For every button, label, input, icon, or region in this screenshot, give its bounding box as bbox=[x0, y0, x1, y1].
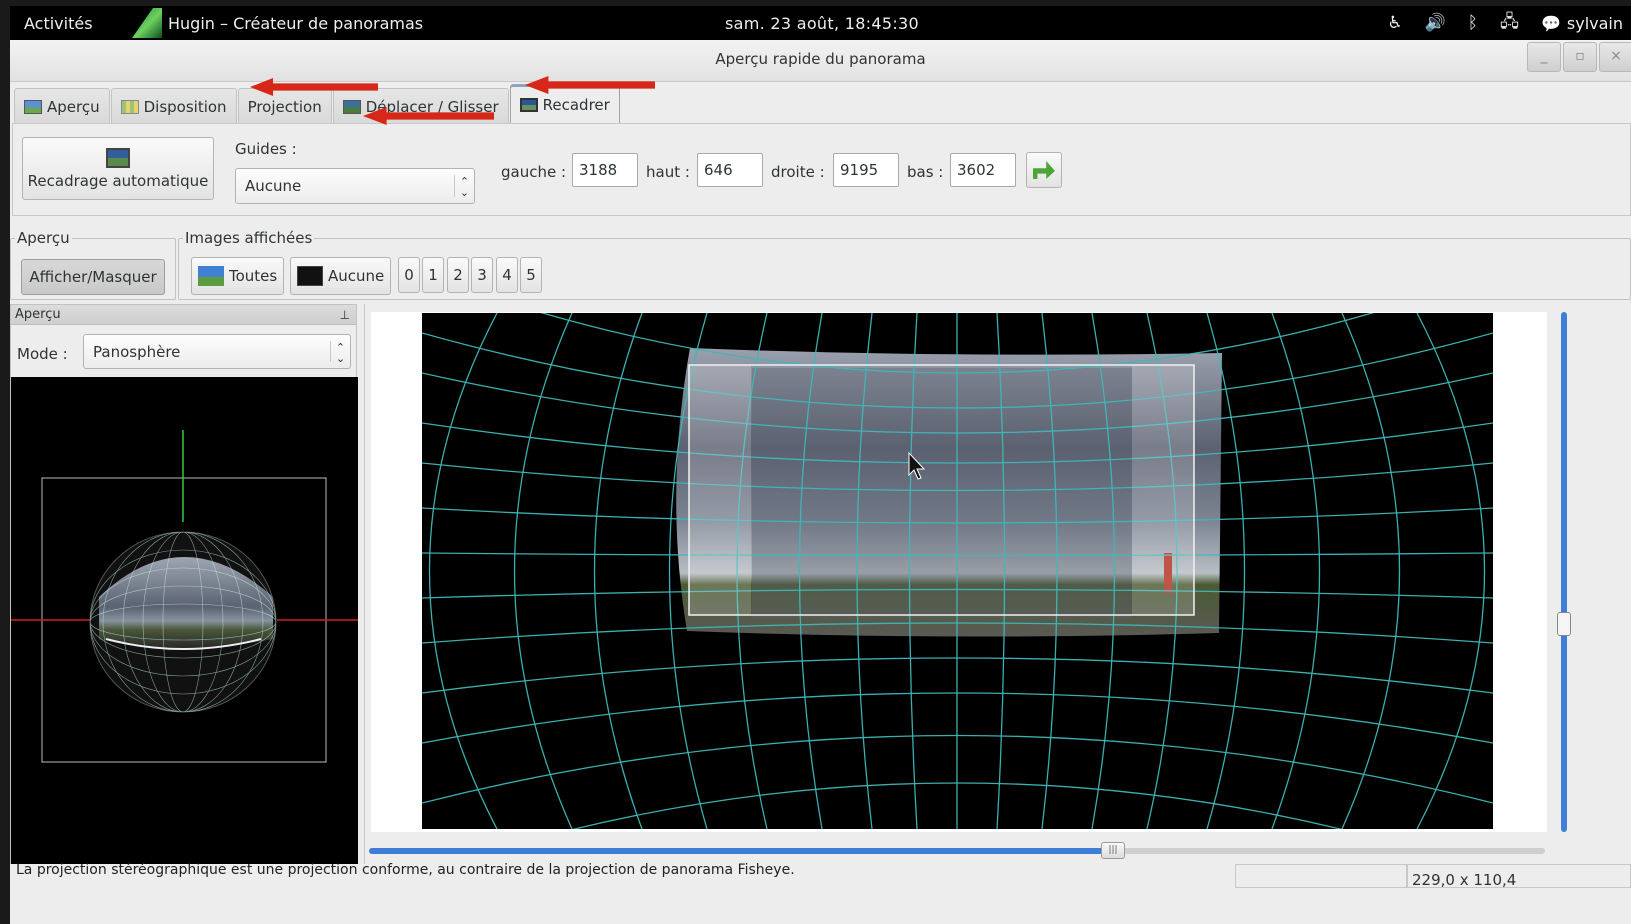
image-toggle-5[interactable]: 5 bbox=[520, 257, 542, 293]
maximize-button[interactable]: ▫ bbox=[1563, 42, 1597, 72]
image-toggle-2[interactable]: 2 bbox=[447, 257, 469, 293]
guides-label: Guides : bbox=[235, 140, 297, 158]
overview-pane-header: Aperçu ⊥ bbox=[11, 305, 356, 325]
chevron-updown-icon: ⌃ ⌄ bbox=[330, 341, 350, 364]
system-top-bar: Activités Hugin – Créateur de panoramas … bbox=[10, 6, 1631, 40]
crop-tab-icon bbox=[519, 97, 538, 112]
panosphere-view[interactable] bbox=[11, 377, 358, 865]
bottom-input[interactable]: 3602 bbox=[950, 153, 1016, 187]
app-menu[interactable]: Hugin – Créateur de panoramas bbox=[132, 6, 423, 40]
app-menu-label: Hugin – Créateur de panoramas bbox=[168, 13, 424, 33]
show-all-label: Toutes bbox=[229, 267, 278, 285]
overview-pane: Aperçu ⊥ Mode : Panosphère ⌃ ⌄ bbox=[10, 304, 358, 865]
preview-canvas-frame bbox=[371, 312, 1547, 832]
preview-tab-icon bbox=[24, 99, 42, 114]
layout-tab-icon bbox=[120, 99, 139, 114]
overview-pane-title: Aperçu bbox=[15, 307, 61, 322]
mode-value: Panosphère bbox=[93, 342, 181, 361]
all-images-icon bbox=[198, 266, 224, 286]
preview-group: Aperçu Afficher/Masquer bbox=[10, 229, 176, 300]
status-message: La projection stéréographique est une pr… bbox=[16, 862, 795, 878]
right-input[interactable]: 9195 bbox=[833, 153, 899, 187]
horizontal-fov-slider[interactable]: ||| bbox=[369, 842, 1545, 859]
top-label: haut : bbox=[646, 163, 690, 181]
autocrop-button[interactable]: Recadrage automatique bbox=[22, 137, 214, 200]
system-tray[interactable]: ♿ 🔊 ᛒ 🖧 💬 sylvain bbox=[1387, 6, 1631, 40]
panorama-canvas[interactable] bbox=[422, 313, 1493, 829]
vertical-slider[interactable] bbox=[1557, 312, 1571, 832]
tab-label: Recadrer bbox=[542, 95, 610, 114]
window-controls: _ ▫ × bbox=[1527, 42, 1631, 72]
status-coordinates: 229,0 x 110,4 bbox=[1407, 864, 1631, 889]
slider-fill bbox=[369, 848, 1113, 854]
user-menu[interactable]: 💬 sylvain bbox=[1541, 14, 1623, 33]
crop-panel: Recadrage automatique Guides : Aucune ⌃ ⌄… bbox=[12, 123, 1631, 216]
right-label: droite : bbox=[771, 163, 825, 181]
panorama-preview-window: Aperçu rapide du panorama _ ▫ × Aperçu D… bbox=[10, 40, 1631, 924]
left-label: gauche : bbox=[501, 163, 567, 181]
main-preview-pane: ||| bbox=[364, 304, 1631, 864]
window-title: Aperçu rapide du panorama bbox=[715, 50, 926, 68]
pin-icon[interactable]: ⊥ bbox=[340, 305, 350, 325]
top-input[interactable]: 646 bbox=[697, 153, 763, 187]
stereographic-grid bbox=[422, 313, 1493, 829]
hugin-app-icon bbox=[132, 8, 162, 38]
horizontal-slider-handle[interactable]: ||| bbox=[1101, 842, 1125, 859]
image-toggle-1[interactable]: 1 bbox=[422, 257, 444, 293]
move-tab-icon bbox=[342, 99, 361, 114]
apply-arrow-icon bbox=[1033, 161, 1055, 179]
show-none-label: Aucune bbox=[328, 267, 385, 285]
tab-label: Projection bbox=[247, 97, 322, 116]
tab-label: Aperçu bbox=[47, 97, 100, 116]
minimize-button[interactable]: _ bbox=[1527, 42, 1561, 72]
volume-icon[interactable]: 🔊 bbox=[1425, 13, 1446, 33]
vertical-slider-handle[interactable] bbox=[1557, 612, 1571, 636]
bottom-label: bas : bbox=[907, 163, 944, 181]
mode-label: Mode : bbox=[17, 345, 68, 363]
apply-crop-button[interactable] bbox=[1026, 152, 1062, 188]
autocrop-icon bbox=[106, 147, 130, 168]
displayed-images-group: Images affichées Toutes Aucune 0 1 2 3 4… bbox=[178, 229, 1631, 300]
left-input[interactable]: 3188 bbox=[572, 153, 638, 187]
show-hide-toggle[interactable]: Afficher/Masquer bbox=[21, 259, 165, 295]
image-toggle-3[interactable]: 3 bbox=[471, 257, 493, 293]
guides-value: Aucune bbox=[245, 177, 302, 195]
autocrop-label: Recadrage automatique bbox=[27, 171, 209, 190]
tab-disposition[interactable]: Disposition bbox=[110, 88, 237, 124]
tab-apercu[interactable]: Aperçu bbox=[14, 88, 110, 124]
mode-select[interactable]: Panosphère ⌃ ⌄ bbox=[83, 334, 351, 369]
show-all-button[interactable]: Toutes bbox=[191, 257, 285, 295]
tab-projection[interactable]: Projection bbox=[237, 88, 332, 124]
network-icon[interactable]: 🖧 bbox=[1500, 9, 1519, 38]
accessibility-icon[interactable]: ♿ bbox=[1387, 13, 1402, 33]
clock[interactable]: sam. 23 août, 18:45:30 bbox=[725, 14, 919, 33]
tab-label: Disposition bbox=[143, 97, 227, 116]
displayed-images-title: Images affichées bbox=[183, 229, 315, 247]
tab-recadrer[interactable]: Recadrer bbox=[509, 84, 620, 124]
chat-icon: 💬 bbox=[1540, 13, 1561, 33]
bluetooth-icon[interactable]: ᛒ bbox=[1468, 13, 1478, 33]
guides-select[interactable]: Aucune ⌃ ⌄ bbox=[235, 168, 475, 204]
close-button[interactable]: × bbox=[1599, 42, 1631, 72]
show-none-button[interactable]: Aucune bbox=[290, 257, 392, 295]
window-titlebar: Aperçu rapide du panorama _ ▫ × bbox=[10, 40, 1631, 82]
panosphere-graphic bbox=[11, 430, 358, 763]
image-toggle-4[interactable]: 4 bbox=[496, 257, 518, 293]
user-name: sylvain bbox=[1566, 13, 1623, 33]
chevron-updown-icon: ⌃ ⌄ bbox=[454, 175, 474, 198]
preview-group-title: Aperçu bbox=[15, 229, 72, 247]
image-toggle-0[interactable]: 0 bbox=[398, 257, 420, 293]
activities-button[interactable]: Activités bbox=[24, 14, 93, 33]
status-field-empty bbox=[1235, 864, 1407, 888]
status-bar: La projection stéréographique est une pr… bbox=[10, 862, 1631, 924]
no-images-icon bbox=[297, 266, 323, 286]
